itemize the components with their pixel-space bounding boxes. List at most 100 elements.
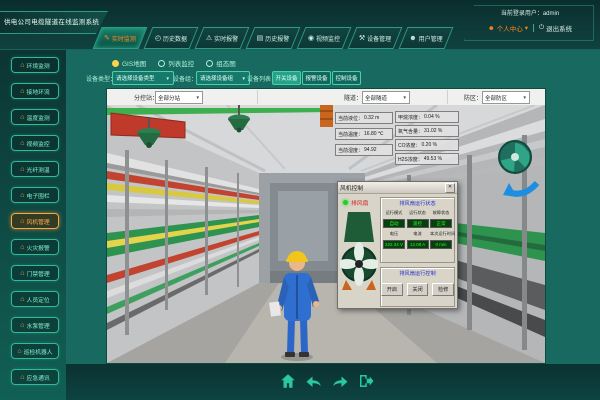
- radio-label: 列表监控: [168, 58, 194, 68]
- tunnel-3d-view[interactable]: 当前液位：0.32 m 当前温度：16.80 ℃ 当前湿度：94.92 甲烷浓度…: [107, 105, 545, 363]
- device-group-select[interactable]: 请选择设备组▼: [196, 71, 250, 85]
- sidebar-item-label: 电子围栏: [27, 191, 50, 200]
- tab-history-data[interactable]: ◴历史数据: [144, 27, 199, 49]
- tab-label: 历史报警: [265, 34, 289, 43]
- control-group-title: 排风扇运行控制: [381, 270, 454, 277]
- sidebar-item-ground-current[interactable]: ⌂接地环流: [11, 83, 59, 99]
- sidebar-item-access-mgmt[interactable]: ⌂门禁管理: [11, 265, 59, 281]
- dialog-title: 风机控制: [340, 183, 363, 192]
- house-icon: ⌂: [20, 166, 24, 173]
- tab-label: 实时报警: [214, 34, 238, 43]
- sidebar-item-env-monitor[interactable]: ⌂环境监测: [11, 57, 59, 73]
- chevron-down-icon: ▼: [523, 95, 527, 100]
- sensor-value: 0.20 %: [422, 142, 438, 148]
- station-filter-select[interactable]: 全部分站▼: [155, 91, 203, 104]
- zone-filter-label: 防区：: [464, 93, 482, 102]
- h2s-reading: H2S浓度：49.53 %: [395, 153, 459, 165]
- dialog-titlebar[interactable]: 风机控制 ✕: [338, 182, 457, 194]
- house-icon: ⌂: [20, 88, 24, 95]
- house-icon: ⌂: [20, 192, 24, 199]
- switch-device-button[interactable]: 开关设备: [272, 71, 301, 85]
- house-icon: ⌂: [17, 348, 21, 355]
- tab-device-mgmt[interactable]: ⚒设备管理: [348, 27, 403, 49]
- logged-in-user: 当前登录用户：admin: [466, 8, 594, 17]
- button-label: 报警设备: [305, 74, 327, 82]
- fan-stop-button[interactable]: 关闭: [407, 283, 429, 296]
- device-group-label: 设备组：: [173, 74, 197, 83]
- fan-start-button[interactable]: 开启: [381, 283, 403, 296]
- sidebar-item-pump-mgmt[interactable]: ⌂水泵管理: [11, 317, 59, 333]
- house-icon: ⌂: [20, 270, 24, 277]
- runtime-label: 本次运行时间: [430, 231, 452, 237]
- device-type-select[interactable]: 请选择设备类型▼: [112, 71, 174, 85]
- exit-icon: [357, 372, 375, 390]
- sidebar-item-personnel-loc[interactable]: ⌂人员定位: [11, 291, 59, 307]
- view-mode-group: GIS地图 列表监控 组态图: [112, 58, 236, 68]
- chevron-down-icon: ▼: [403, 95, 407, 100]
- sidebar-item-label: 巡检机器人: [24, 347, 53, 356]
- tab-history-alarm[interactable]: ▤历史报警: [246, 27, 301, 49]
- sensor-value: 94.92: [364, 147, 377, 153]
- radio-dot: [158, 60, 165, 67]
- button-label: 开关设备: [275, 74, 297, 82]
- sidebar-item-fire-alarm[interactable]: ⌂火灾报警: [11, 239, 59, 255]
- tab-user-mgmt[interactable]: ☻用户管理: [399, 27, 454, 49]
- run-state-label: 运行状态: [407, 210, 429, 216]
- radio-gis-map[interactable]: GIS地图: [112, 58, 146, 68]
- header: 供电公司电缆隧道在线监测系统 ✎实时监测 ◴历史数据 ⚠实时报警 ▤历史报警 ◉…: [0, 0, 600, 50]
- divider: [447, 90, 448, 104]
- house-icon: ⌂: [20, 140, 24, 147]
- control-device-button[interactable]: 控制设备: [332, 71, 361, 85]
- sidebar-item-label: 火灾报警: [27, 243, 50, 252]
- sensor-readings-right: 甲烷浓度：0.04 % 氧气含量：31.02 % CO浓度：0.20 % H2S…: [395, 111, 459, 165]
- camera-icon: ◉: [308, 34, 314, 42]
- zone-filter-select[interactable]: 全部防区▼: [482, 91, 530, 104]
- sidebar-item-emergency-comm[interactable]: ⌂应急通讯: [11, 369, 59, 385]
- alarm-icon: ⚠: [206, 34, 212, 42]
- tab-label: 历史数据: [163, 34, 187, 43]
- back-button[interactable]: [304, 371, 324, 391]
- button-label: 开启: [387, 286, 397, 293]
- sidebar-item-label: 视频监控: [27, 139, 50, 148]
- close-icon[interactable]: ✕: [445, 183, 455, 193]
- sidebar-item-video-monitor[interactable]: ⌂视频监控: [11, 135, 59, 151]
- sidebar-item-temp-monitor[interactable]: ⌂温度监测: [11, 109, 59, 125]
- fan-graphic: [340, 208, 378, 304]
- tab-realtime-alarm[interactable]: ⚠实时报警: [195, 27, 250, 49]
- run-state-value: 遥控: [407, 219, 429, 228]
- sidebar-item-e-fence[interactable]: ⌂电子围栏: [11, 187, 59, 203]
- select-value: 请选择设备类型: [116, 74, 155, 82]
- back-arrow-icon: [305, 372, 323, 390]
- profile-link[interactable]: ☻个人中心▾: [488, 23, 528, 33]
- sensor-value: 0.32 m: [364, 115, 379, 121]
- tab-label: 设备管理: [367, 34, 391, 43]
- button-label: 控制设备: [335, 74, 357, 82]
- sensor-value: 31.02 %: [424, 128, 442, 134]
- chevron-down-icon: ▼: [196, 95, 200, 100]
- divider: [533, 24, 534, 32]
- sidebar-item-robot[interactable]: ⌂巡检机器人: [11, 343, 59, 359]
- power-icon: ⏻: [539, 24, 544, 32]
- fan-maintain-button[interactable]: 检修: [432, 283, 454, 296]
- radio-list-monitor[interactable]: 列表监控: [158, 58, 194, 68]
- fan-status-indicator: 排风扇: [343, 198, 368, 207]
- sidebar-item-label: 应急通讯: [27, 373, 50, 382]
- logout-link[interactable]: ⏻退出系统: [539, 23, 572, 33]
- home-button[interactable]: [278, 371, 298, 391]
- sensor-readings-left: 当前液位：0.32 m 当前温度：16.80 ℃ 当前湿度：94.92: [335, 112, 393, 156]
- tab-video-monitor[interactable]: ◉视频监控: [297, 27, 352, 49]
- current-label: 电流: [407, 231, 429, 237]
- sidebar-item-label: 温度监测: [27, 113, 50, 122]
- radio-scada-view[interactable]: 组态图: [206, 58, 236, 68]
- tab-realtime-monitor[interactable]: ✎实时监测: [93, 27, 148, 49]
- sidebar-item-fiber-temp[interactable]: ⌂光纤测温: [11, 161, 59, 177]
- exit-button[interactable]: [356, 371, 376, 391]
- sidebar-item-fan-mgmt[interactable]: ⌂风机管理: [11, 213, 59, 229]
- forward-button[interactable]: [330, 371, 350, 391]
- tunnel-filter-select[interactable]: 全部隧道▼: [362, 91, 410, 104]
- chevron-down-icon: ▼: [242, 76, 246, 81]
- radio-label: 组态图: [216, 58, 236, 68]
- alarm-device-button[interactable]: 报警设备: [302, 71, 331, 85]
- sensor-label: 甲烷浓度：: [398, 114, 423, 121]
- user-area: 当前登录用户：admin ☻个人中心▾ ⏻退出系统: [466, 8, 594, 33]
